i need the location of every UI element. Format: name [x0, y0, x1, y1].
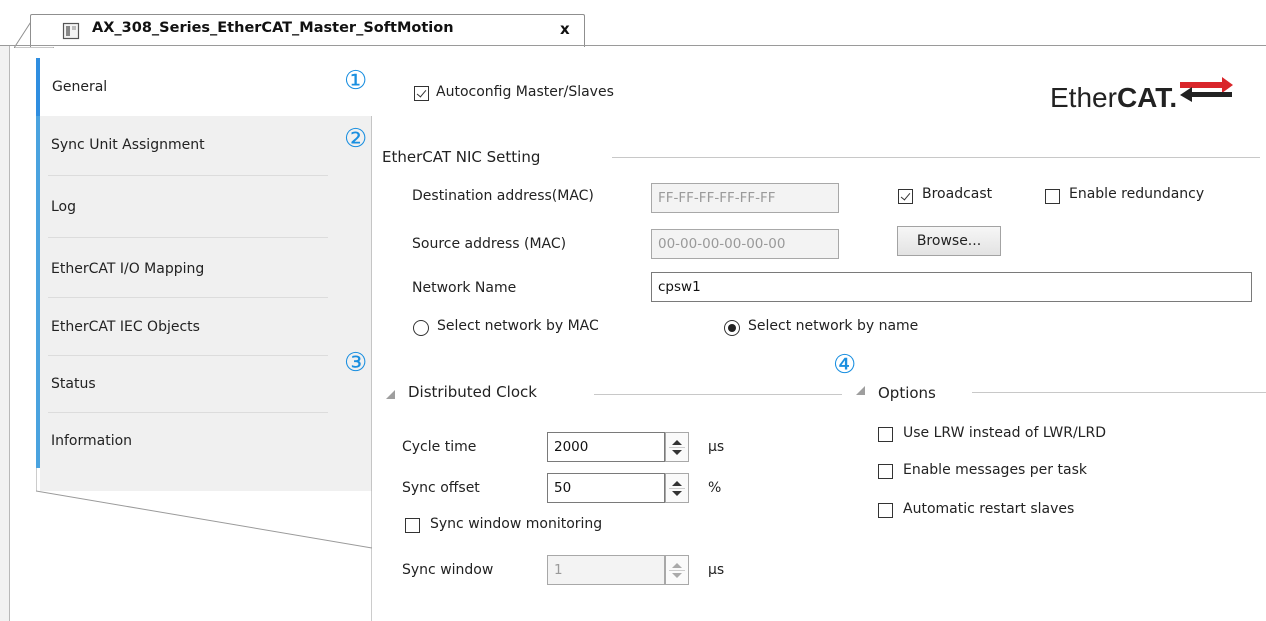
nav-item-label: EtherCAT I/O Mapping	[51, 261, 205, 277]
window-left-edge	[0, 0, 10, 621]
nav-item-ethercat-iec-objects[interactable]: EtherCAT IEC Objects	[36, 298, 372, 356]
marker-3: ③	[344, 348, 368, 378]
nav-separator	[48, 237, 328, 238]
sync-window-input[interactable]: 1	[547, 555, 665, 585]
select-by-name-radio[interactable]	[724, 320, 740, 336]
source-address-label: Source address (MAC)	[412, 236, 567, 252]
autoconfig-label: Autoconfig Master/Slaves	[436, 84, 614, 100]
automatic-restart-checkbox[interactable]	[878, 503, 893, 518]
sync-offset-spinner[interactable]	[665, 473, 689, 503]
options-title: Options	[878, 384, 936, 402]
logo-suffix: .	[1169, 82, 1178, 113]
document-tab-title: AX_308_Series_EtherCAT_Master_SoftMotion	[92, 20, 454, 36]
nav-item-label: Log	[51, 199, 77, 215]
network-name-label: Network Name	[412, 280, 517, 296]
enable-redundancy-label: Enable redundancy	[1069, 186, 1205, 202]
nav-item-label: Status	[51, 376, 96, 392]
cycle-time-spinner[interactable]	[665, 432, 689, 462]
ethercat-logo: EtherCAT.	[1050, 82, 1177, 114]
options-divider	[972, 392, 1266, 393]
select-by-mac-radio[interactable]	[413, 320, 429, 336]
use-lrw-checkbox[interactable]	[878, 427, 893, 442]
select-by-mac-label: Select network by MAC	[437, 318, 599, 334]
autoconfig-checkbox[interactable]	[414, 86, 429, 101]
sync-window-monitoring-label: Sync window monitoring	[430, 516, 603, 532]
nav-item-label: Information	[51, 433, 133, 449]
nic-section-divider	[612, 157, 1260, 158]
select-by-name-label: Select network by name	[748, 318, 919, 334]
automatic-restart-label: Automatic restart slaves	[903, 501, 1075, 517]
broadcast-checkbox[interactable]	[898, 189, 913, 204]
collapse-triangle-icon[interactable]	[856, 386, 865, 395]
sync-window-unit: µs	[708, 562, 725, 578]
dest-address-label: Destination address(MAC)	[412, 188, 594, 204]
sync-window-monitoring-checkbox[interactable]	[405, 518, 420, 533]
marker-1: ①	[344, 66, 368, 96]
close-tab-icon[interactable]: x	[560, 20, 570, 38]
sync-offset-unit: %	[708, 480, 722, 496]
nav-item-log[interactable]: Log	[36, 178, 372, 236]
cycle-time-input[interactable]: 2000	[547, 432, 665, 462]
nav-separator	[48, 175, 328, 176]
nav-item-label: EtherCAT IEC Objects	[51, 319, 200, 335]
logo-prefix: Ether	[1050, 82, 1117, 113]
nav-item-sync-unit-assignment[interactable]: Sync Unit Assignment	[36, 116, 372, 174]
source-address-field[interactable]: 00-00-00-00-00-00	[651, 229, 839, 259]
network-name-input[interactable]: cpsw1	[651, 272, 1252, 302]
tab-strip-divider	[0, 45, 1266, 46]
distributed-clock-divider	[594, 394, 842, 395]
nav-item-general[interactable]: General	[36, 58, 372, 116]
nav-item-label: Sync Unit Assignment	[51, 137, 205, 153]
device-icon	[62, 22, 80, 40]
marker-2: ②	[344, 124, 368, 154]
enable-redundancy-checkbox[interactable]	[1045, 189, 1060, 204]
cycle-time-label: Cycle time	[402, 439, 477, 455]
browse-button[interactable]: Browse...	[897, 226, 1001, 256]
nav-item-label: General	[52, 79, 108, 95]
enable-messages-label: Enable messages per task	[903, 462, 1087, 478]
sync-window-label: Sync window	[402, 562, 494, 578]
nav-item-ethercat-io-mapping[interactable]: EtherCAT I/O Mapping	[36, 240, 372, 298]
sync-offset-label: Sync offset	[402, 480, 480, 496]
dest-address-field[interactable]: FF-FF-FF-FF-FF-FF	[651, 183, 839, 213]
marker-4: ④	[833, 350, 857, 380]
distributed-clock-title: Distributed Clock	[408, 383, 537, 401]
nav-item-information[interactable]: Information	[36, 412, 372, 470]
enable-messages-checkbox[interactable]	[878, 464, 893, 479]
logo-arrows-icon	[1180, 77, 1233, 102]
broadcast-label: Broadcast	[922, 186, 993, 202]
cycle-time-unit: µs	[708, 439, 725, 455]
use-lrw-label: Use LRW instead of LWR/LRD	[903, 425, 1106, 441]
sync-offset-input[interactable]: 50	[547, 473, 665, 503]
collapse-triangle-icon[interactable]	[386, 390, 395, 399]
nic-section-title: EtherCAT NIC Setting	[382, 148, 541, 166]
sync-window-spinner[interactable]	[665, 555, 689, 585]
logo-bold: CAT	[1116, 82, 1170, 113]
nav-item-status[interactable]: Status	[36, 355, 372, 413]
